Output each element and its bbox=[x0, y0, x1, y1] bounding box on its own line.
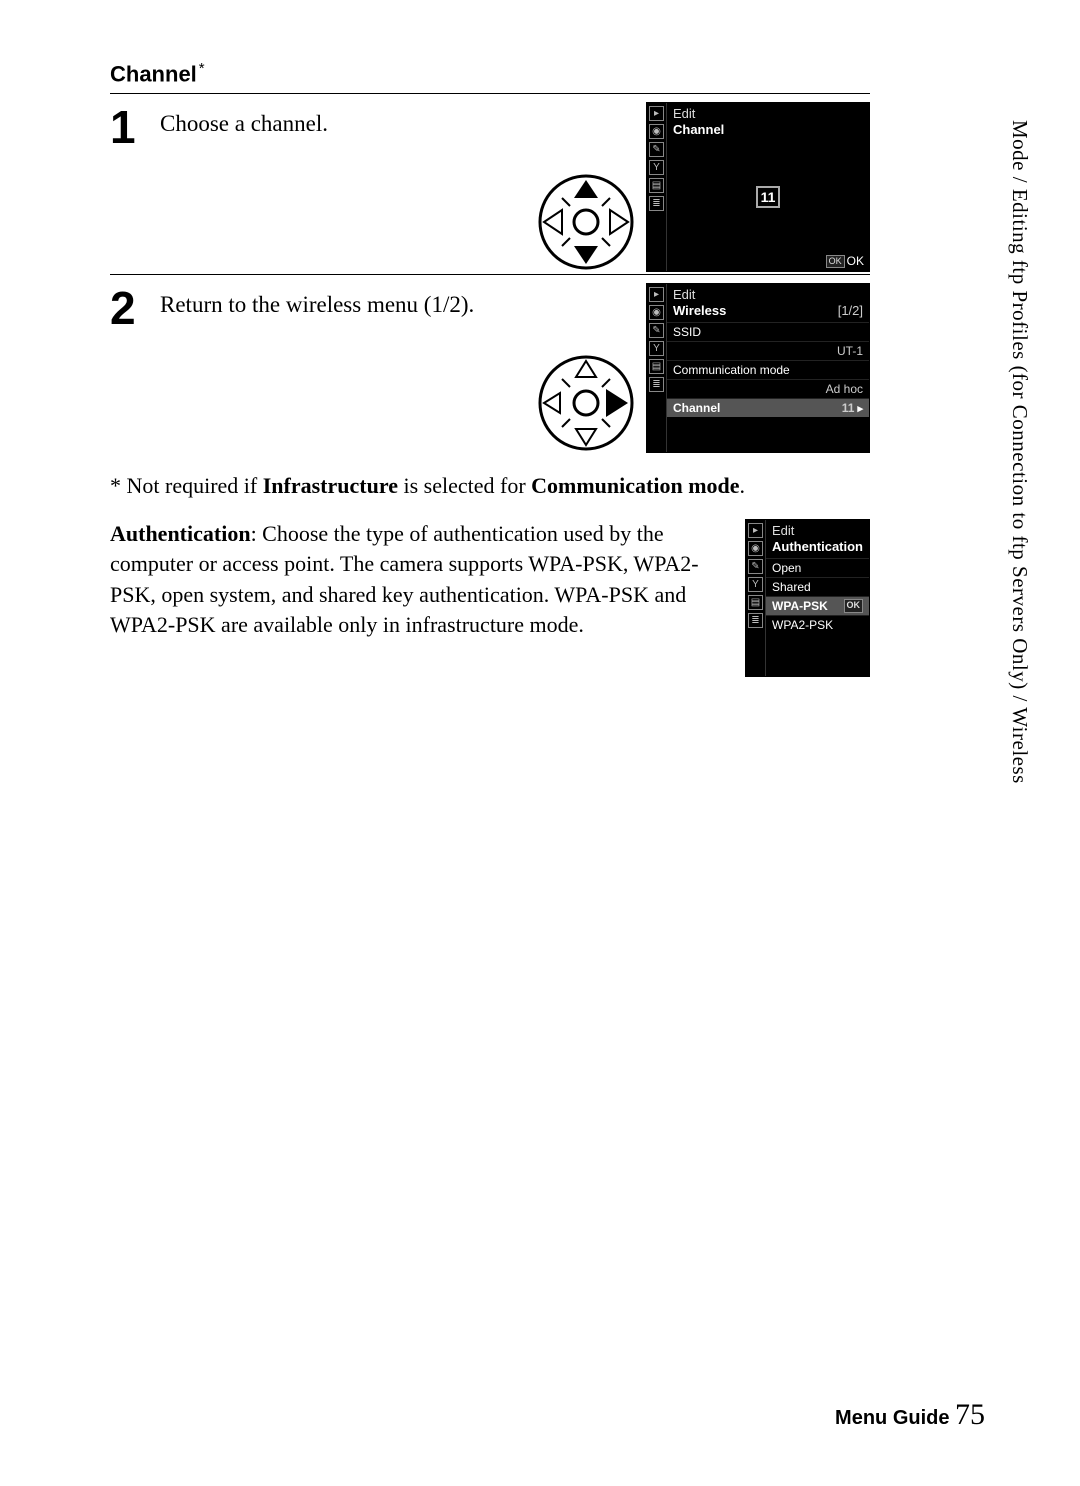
list-icon: ≣ bbox=[649, 196, 664, 211]
ok-badge-icon: OK bbox=[844, 599, 864, 613]
menu-row-highlighted: Channel 11▸ bbox=[667, 398, 869, 417]
step-text: Return to the wireless menu (1/2). bbox=[160, 283, 526, 320]
menu-label: Communication mode bbox=[673, 363, 790, 377]
divider bbox=[110, 274, 870, 275]
authentication-section: Authentication: Choose the type of authe… bbox=[110, 519, 870, 677]
screen-title: Edit bbox=[667, 284, 869, 303]
ok-badge-icon: OK bbox=[826, 255, 845, 268]
menu-label: Open bbox=[772, 561, 801, 575]
menu-row-highlighted: WPA-PSK OK bbox=[766, 596, 869, 615]
screen-subtitle: Wireless bbox=[673, 303, 726, 318]
wrench-icon: Y bbox=[748, 577, 763, 592]
play-icon: ▸ bbox=[649, 287, 664, 302]
note-bold: Communication mode bbox=[531, 473, 739, 498]
menu-label: SSID bbox=[673, 325, 701, 339]
dpad-updown-icon bbox=[536, 172, 636, 272]
camera-screen-wireless: ▸ ◉ ✎ Y ▤ ≣ Edit Wireless [1/2] bbox=[646, 283, 870, 453]
menu-row: Shared bbox=[766, 577, 869, 596]
auth-heading: Authentication bbox=[110, 521, 251, 546]
play-icon: ▸ bbox=[649, 106, 664, 121]
retouch-icon: ▤ bbox=[748, 595, 763, 610]
step-number: 1 bbox=[110, 104, 154, 150]
page-number: 75 bbox=[955, 1398, 985, 1431]
menu-label: Channel bbox=[673, 401, 720, 415]
menu-label: WPA-PSK bbox=[772, 599, 828, 613]
screen-title: Edit bbox=[766, 520, 869, 539]
menu-row: Communication mode bbox=[667, 360, 869, 379]
camera-icon: ◉ bbox=[649, 124, 664, 139]
camera-screen-auth: ▸ ◉ ✎ Y ▤ ≣ Edit Authentication Open Sha… bbox=[745, 519, 870, 677]
screen-title: Edit bbox=[667, 103, 869, 122]
wrench-icon: Y bbox=[649, 160, 664, 175]
menu-row: UT-1 bbox=[667, 341, 869, 360]
menu-value: 11 bbox=[842, 401, 855, 415]
side-breadcrumb: Mode / Editing ftp Profiles (for Connect… bbox=[1007, 120, 1032, 784]
screen-subtitle: Channel bbox=[673, 122, 724, 137]
camera-icon: ◉ bbox=[748, 541, 763, 556]
section-heading: Channel* bbox=[110, 60, 870, 87]
footnote: * Not required if Infrastructure is sele… bbox=[110, 471, 870, 501]
menu-value: Ad hoc bbox=[826, 382, 863, 396]
dpad-right-icon bbox=[536, 353, 636, 453]
arrow-icon: ▸ bbox=[857, 403, 863, 415]
wrench-icon: Y bbox=[649, 341, 664, 356]
note-text: is selected for bbox=[398, 473, 531, 498]
footer-label: Menu Guide bbox=[835, 1407, 949, 1429]
menu-row: SSID bbox=[667, 322, 869, 341]
screen-page: [1/2] bbox=[838, 303, 863, 318]
note-text: . bbox=[740, 473, 746, 498]
step-2: 2 Return to the wireless menu (1/2). bbox=[110, 283, 870, 453]
heading-asterisk: * bbox=[199, 60, 205, 77]
note-bold: Infrastructure bbox=[263, 473, 398, 498]
pencil-icon: ✎ bbox=[748, 559, 763, 574]
menu-label: Shared bbox=[772, 580, 811, 594]
retouch-icon: ▤ bbox=[649, 178, 664, 193]
camera-icon: ◉ bbox=[649, 305, 664, 320]
menu-label: WPA2-PSK bbox=[772, 618, 833, 632]
menu-row: WPA2-PSK bbox=[766, 615, 869, 634]
list-icon: ≣ bbox=[649, 377, 664, 392]
step-text: Choose a channel. bbox=[160, 102, 526, 139]
menu-row: Ad hoc bbox=[667, 379, 869, 398]
retouch-icon: ▤ bbox=[649, 359, 664, 374]
camera-screen-channel: ▸ ◉ ✎ Y ▤ ≣ Edit Channel 11 bbox=[646, 102, 870, 272]
channel-value: 11 bbox=[756, 186, 781, 208]
ok-text: OK bbox=[847, 254, 864, 268]
list-icon: ≣ bbox=[748, 613, 763, 628]
pencil-icon: ✎ bbox=[649, 142, 664, 157]
screen-subtitle: Authentication bbox=[772, 539, 863, 554]
menu-row: Open bbox=[766, 558, 869, 577]
step-number: 2 bbox=[110, 285, 154, 331]
menu-value: UT-1 bbox=[837, 344, 863, 358]
pencil-icon: ✎ bbox=[649, 323, 664, 338]
note-text: * Not required if bbox=[110, 473, 263, 498]
page-footer: Menu Guide 75 bbox=[835, 1398, 985, 1432]
play-icon: ▸ bbox=[748, 523, 763, 538]
heading-text: Channel bbox=[110, 61, 197, 86]
divider bbox=[110, 93, 870, 94]
step-1: 1 Choose a channel. bbox=[110, 102, 870, 272]
